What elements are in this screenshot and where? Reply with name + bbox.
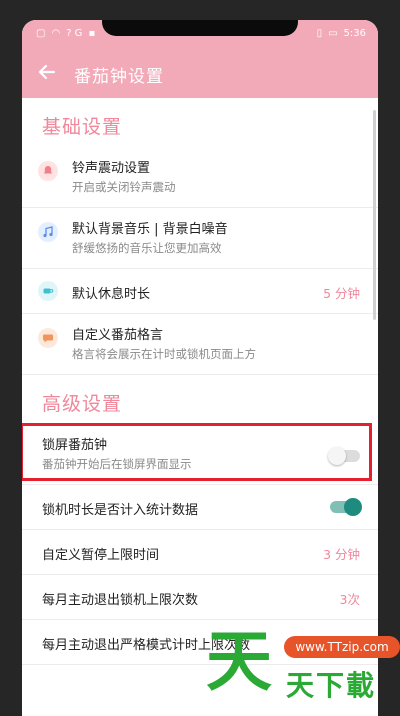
setting-title: 每月主动退出锁机上限次数 [42,593,199,608]
setting-row-background-music[interactable]: 默认背景音乐 | 背景白噪音 舒缓悠扬的音乐让您更加高效 [22,208,378,269]
stats-toggle[interactable] [330,498,362,516]
setting-value: 3次 [339,592,360,607]
watermark-text: 天下載 [286,669,377,702]
toggle-knob [328,447,346,465]
setting-subtitle: 格言将会展示在计时或锁机页面上方 [72,347,256,361]
watermark-glyph: 天 [206,623,272,700]
battery-icon: ▭ [328,28,338,39]
status-left: ▢ ◠ ? G ▪ [36,28,95,39]
status-time: 5:36 [343,28,366,39]
section-title-basic: 基础设置 [42,116,123,138]
toggle-knob [344,498,362,516]
setting-subtitle: 舒缓悠扬的音乐让您更加高效 [72,241,222,255]
setting-title: 自定义番茄格言 [72,328,164,343]
setting-title: 默认背景音乐 | 背景白噪音 [72,222,228,237]
setting-row-lockscreen-pomodoro[interactable]: 锁屏番茄钟 番茄钟开始后在锁屏界面显示 [22,423,378,485]
app-screen: ▢ ◠ ? G ▪ ▯ ▭ 5:36 番茄钟设置 基础设置 铃声震动设置 开启或 [22,20,378,716]
notification-icon: ▪ [88,28,96,39]
wifi-icon: ◠ [51,28,61,39]
bell-icon [38,161,58,181]
setting-title: 锁机时长是否计入统计数据 [42,503,199,518]
setting-row-custom-motto[interactable]: 自定义番茄格言 格言将会展示在计时或锁机页面上方 [22,314,378,375]
setting-title: 铃声震动设置 [72,161,151,176]
lockscreen-toggle[interactable] [328,447,360,465]
status-right: ▯ ▭ 5:36 [317,28,366,39]
music-note-icon [38,222,58,242]
setting-row-lock-duration-stats[interactable]: 锁机时长是否计入统计数据 [22,485,378,530]
setting-title: 默认休息时长 [72,287,151,302]
watermark-logo: 天 www.TTzip.com 天下載 [206,626,400,716]
watermark-url: www.TTzip.com [284,636,400,658]
phone-frame: ▢ ◠ ? G ▪ ▯ ▭ 5:36 番茄钟设置 基础设置 铃声震动设置 开启或 [0,0,400,716]
setting-row-monthly-exit-limit[interactable]: 每月主动退出锁机上限次数 3次 [22,575,378,620]
page-title: 番茄钟设置 [74,66,164,87]
arrow-left-icon[interactable] [38,63,68,86]
setting-title: 自定义暂停上限时间 [42,548,160,563]
setting-row-pause-limit[interactable]: 自定义暂停上限时间 3 分钟 [22,530,378,575]
section-title-advanced: 高级设置 [42,393,123,415]
setting-title: 锁屏番茄钟 [42,438,108,453]
app-bar: 番茄钟设置 [22,50,378,98]
setting-value: 3 分钟 [323,547,360,562]
vibrate-icon: ▯ [316,28,323,39]
sim-icon: ▢ [36,28,46,39]
setting-value: 5 分钟 [323,286,360,301]
network-text: ? G [66,28,83,39]
status-bar: ▢ ◠ ? G ▪ ▯ ▭ 5:36 [22,20,378,50]
scrollbar[interactable] [373,110,376,320]
coffee-cup-icon [38,281,58,301]
setting-subtitle: 开启或关闭铃声震动 [72,180,176,194]
setting-row-ringtone-vibration[interactable]: 铃声震动设置 开启或关闭铃声震动 [22,147,378,208]
chat-bubble-icon [38,328,58,348]
setting-subtitle: 番茄钟开始后在锁屏界面显示 [42,457,192,471]
camera-notch [102,20,298,36]
setting-row-rest-duration[interactable]: 默认休息时长 5 分钟 [22,269,378,314]
